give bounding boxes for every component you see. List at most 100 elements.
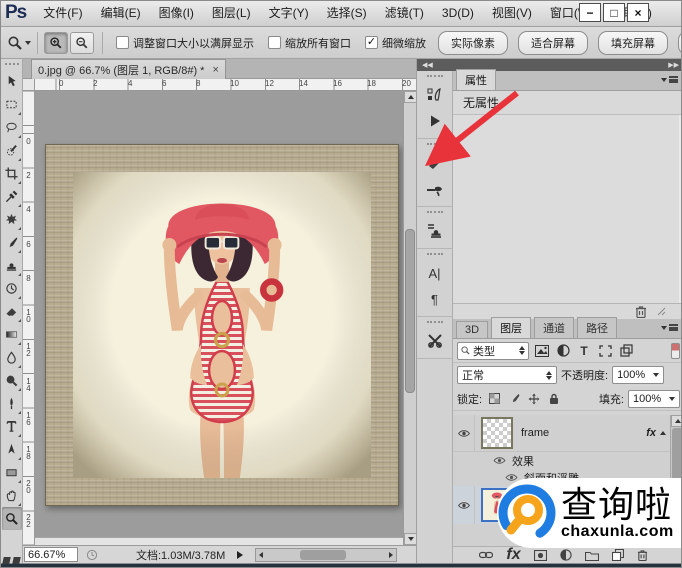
vertical-scroll-thumb[interactable]: [405, 229, 415, 393]
lock-transparency-icon[interactable]: [486, 391, 502, 407]
character-panel-icon[interactable]: A|: [421, 260, 449, 286]
brush-tool[interactable]: [2, 231, 22, 254]
actual-pixels-button[interactable]: 实际像素: [438, 31, 508, 55]
maximize-button[interactable]: □: [603, 3, 625, 22]
zoom-in-button[interactable]: [44, 32, 68, 54]
menu-filter[interactable]: 滤镜(T): [376, 1, 433, 26]
horizontal-scrollbar[interactable]: [255, 548, 397, 562]
tools-panel-grip[interactable]: [5, 63, 19, 70]
expand-panels-icon[interactable]: ◀◀: [422, 61, 433, 69]
collapse-effects-icon[interactable]: [660, 431, 666, 435]
clone-source-panel-icon[interactable]: [421, 218, 449, 244]
dropdown-arrow-icon[interactable]: [669, 397, 675, 401]
filter-type-select[interactable]: 类型: [457, 342, 529, 360]
filter-adjustment-layers-icon[interactable]: [555, 343, 571, 359]
zoom-tool[interactable]: [2, 507, 22, 530]
lasso-tool[interactable]: [2, 116, 22, 139]
scroll-right-arrow[interactable]: [389, 552, 393, 558]
scrubby-zoom-option[interactable]: ✓ 细微缩放: [365, 35, 426, 51]
brush-presets-panel-icon[interactable]: [421, 82, 449, 108]
new-layer-icon[interactable]: [612, 548, 624, 562]
fill-screen-button[interactable]: 填充屏幕: [598, 31, 668, 55]
gradient-tool[interactable]: [2, 323, 22, 346]
path-selection-tool[interactable]: [2, 438, 22, 461]
dock-group-grip[interactable]: [427, 253, 443, 258]
document-frame-layer[interactable]: [45, 144, 399, 506]
tab-paths[interactable]: 路径: [577, 317, 617, 338]
type-tool[interactable]: [2, 415, 22, 438]
new-adjustment-layer-icon[interactable]: [560, 548, 572, 562]
healing-brush-tool[interactable]: [2, 208, 22, 231]
properties-panel-menu-icon[interactable]: [661, 76, 678, 83]
add-layer-style-icon[interactable]: fx: [506, 548, 520, 562]
filter-smart-objects-icon[interactable]: [618, 343, 634, 359]
resize-windows-option[interactable]: 调整窗口大小以满屏显示: [116, 35, 254, 51]
zoom-all-windows-option[interactable]: 缩放所有窗口: [268, 35, 351, 51]
tab-layers[interactable]: 图层: [491, 317, 531, 338]
lock-position-icon[interactable]: [526, 391, 542, 407]
horizontal-scroll-thumb[interactable]: [300, 550, 346, 560]
tab-channels[interactable]: 通道: [534, 317, 574, 338]
delete-layer-icon[interactable]: [637, 548, 648, 562]
layer-name[interactable]: frame: [521, 427, 549, 439]
menu-type[interactable]: 文字(Y): [260, 1, 318, 26]
filter-pixel-layers-icon[interactable]: [534, 343, 550, 359]
quick-selection-tool[interactable]: [2, 139, 22, 162]
zoom-out-button[interactable]: [70, 32, 94, 54]
marquee-tool[interactable]: [2, 93, 22, 116]
tool-presets-panel-icon[interactable]: [421, 328, 449, 354]
visibility-cell[interactable]: [453, 486, 475, 524]
resize-grip-icon[interactable]: [657, 307, 666, 316]
blur-tool[interactable]: [2, 346, 22, 369]
styles-panel-icon[interactable]: [421, 176, 449, 202]
dodge-tool[interactable]: [2, 369, 22, 392]
scroll-left-arrow[interactable]: [259, 552, 263, 558]
shape-tool[interactable]: [2, 461, 22, 484]
scroll-up-arrow[interactable]: [671, 415, 682, 427]
paragraph-panel-icon[interactable]: ¶: [421, 286, 449, 312]
link-layers-icon[interactable]: [479, 548, 493, 562]
layer-row-frame[interactable]: frame fx: [453, 415, 670, 452]
tab-properties[interactable]: 属性: [456, 69, 496, 90]
trash-icon[interactable]: [635, 305, 647, 318]
current-tool-zoom[interactable]: [7, 35, 31, 51]
fit-screen-button[interactable]: 适合屏幕: [518, 31, 588, 55]
menu-select[interactable]: 选择(S): [318, 1, 376, 26]
toolbar-clipped-swatches[interactable]: [3, 557, 21, 567]
document-tab-close-icon[interactable]: ×: [212, 64, 218, 76]
pen-tool[interactable]: [2, 392, 22, 415]
opacity-input[interactable]: 100%: [612, 366, 664, 384]
hand-tool[interactable]: [2, 484, 22, 507]
clone-stamp-tool[interactable]: [2, 254, 22, 277]
scrubby-zoom-checkbox[interactable]: ✓: [365, 36, 378, 49]
tool-dropdown-arrow[interactable]: [25, 41, 31, 45]
actions-panel-icon[interactable]: [421, 108, 449, 134]
menu-file[interactable]: 文件(F): [34, 1, 91, 26]
dock-group-grip[interactable]: [427, 211, 443, 216]
dock-group-grip[interactable]: [427, 321, 443, 326]
new-group-icon[interactable]: [585, 548, 599, 562]
fill-input[interactable]: 100%: [628, 390, 680, 408]
crop-tool[interactable]: [2, 162, 22, 185]
horizontal-scrollbar-track[interactable]: [35, 537, 403, 545]
vertical-scrollbar[interactable]: [403, 91, 416, 545]
menu-view[interactable]: 视图(V): [483, 1, 541, 26]
layers-panel-menu-icon[interactable]: [661, 324, 678, 331]
resize-windows-checkbox[interactable]: [116, 36, 129, 49]
zoom-all-windows-checkbox[interactable]: [268, 36, 281, 49]
layer-filter-toggle[interactable]: [671, 343, 680, 359]
zoom-level-field[interactable]: 66.67%: [24, 547, 78, 562]
history-brush-tool[interactable]: [2, 277, 22, 300]
document-tab[interactable]: 0.jpg @ 66.7% (图层 1, RGB/8#) * ×: [31, 59, 226, 79]
lock-pixels-icon[interactable]: [506, 391, 522, 407]
layer-thumbnail-frame[interactable]: [481, 417, 513, 449]
eraser-tool[interactable]: [2, 300, 22, 323]
layer-fx-badge[interactable]: fx: [646, 427, 656, 439]
visibility-cell[interactable]: [453, 415, 475, 451]
collapse-panels-icon[interactable]: ▶▶: [668, 61, 679, 69]
dropdown-arrow-icon[interactable]: [653, 373, 659, 377]
add-layer-mask-icon[interactable]: [534, 548, 547, 562]
lock-all-icon[interactable]: [546, 391, 562, 407]
filter-shape-layers-icon[interactable]: [597, 343, 613, 359]
menu-layer[interactable]: 图层(L): [203, 1, 260, 26]
